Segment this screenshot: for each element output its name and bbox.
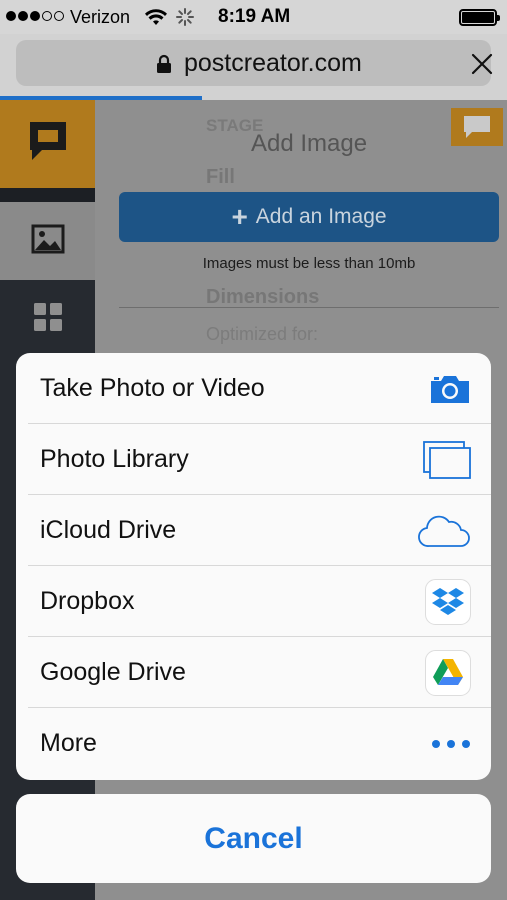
more-icon bbox=[431, 708, 471, 779]
plus-icon: + bbox=[231, 201, 248, 232]
option-label: iCloud Drive bbox=[40, 516, 177, 544]
option-label: More bbox=[40, 729, 97, 757]
photo-library-icon bbox=[423, 424, 471, 495]
icloud-icon bbox=[417, 495, 471, 566]
lock-icon bbox=[156, 54, 172, 79]
action-sheet: Take Photo or Video Photo Library iCloud… bbox=[16, 353, 491, 780]
activity-spinner-icon bbox=[176, 8, 194, 31]
icloud-drive-option[interactable]: iCloud Drive bbox=[16, 495, 491, 566]
more-option[interactable]: More bbox=[16, 708, 491, 779]
sidebar-item-logo[interactable] bbox=[0, 100, 95, 188]
option-label: Take Photo or Video bbox=[40, 374, 265, 402]
photo-library-option[interactable]: Photo Library bbox=[16, 424, 491, 495]
dropbox-option[interactable]: Dropbox bbox=[16, 566, 491, 637]
chat-icon[interactable] bbox=[451, 108, 503, 146]
image-size-note: Images must be less than 10mb bbox=[202, 255, 416, 272]
close-icon[interactable] bbox=[471, 53, 493, 80]
carrier-name: Verizon bbox=[70, 7, 131, 27]
google-drive-icon bbox=[425, 637, 471, 708]
browser-toolbar: postcreator.com bbox=[0, 34, 507, 100]
option-label: Photo Library bbox=[40, 445, 189, 473]
fill-label: Fill bbox=[206, 166, 235, 188]
divider bbox=[119, 307, 499, 308]
wifi-icon bbox=[144, 8, 168, 31]
clock: 8:19 AM bbox=[218, 6, 291, 27]
cancel-button[interactable]: Cancel bbox=[16, 794, 491, 883]
grid-icon bbox=[33, 302, 63, 337]
dropbox-icon bbox=[425, 566, 471, 637]
dimensions-label: Dimensions bbox=[206, 286, 320, 308]
option-label: Dropbox bbox=[40, 587, 135, 615]
image-icon bbox=[31, 224, 65, 259]
signal-strength-icon bbox=[6, 11, 64, 21]
sidebar-item-layout[interactable] bbox=[0, 280, 95, 358]
option-label: Google Drive bbox=[40, 658, 186, 686]
add-image-label: Add an Image bbox=[255, 205, 387, 228]
sidebar-divider bbox=[0, 188, 95, 202]
panel-title: Add Image bbox=[251, 130, 368, 157]
speech-bubble-logo-icon bbox=[28, 120, 68, 169]
cancel-label: Cancel bbox=[204, 821, 303, 855]
status-bar: Verizon 8:19 AM bbox=[0, 0, 507, 34]
optimized-label: Optimized for: bbox=[206, 324, 319, 344]
add-image-button[interactable]: + Add an Image bbox=[119, 192, 499, 242]
take-photo-option[interactable]: Take Photo or Video bbox=[16, 353, 491, 424]
url-text: postcreator.com bbox=[184, 49, 362, 77]
camera-icon bbox=[429, 353, 471, 424]
address-bar[interactable]: postcreator.com bbox=[16, 40, 493, 86]
google-drive-option[interactable]: Google Drive bbox=[16, 637, 491, 708]
battery-icon bbox=[459, 9, 500, 26]
sidebar-item-image[interactable] bbox=[0, 202, 95, 280]
